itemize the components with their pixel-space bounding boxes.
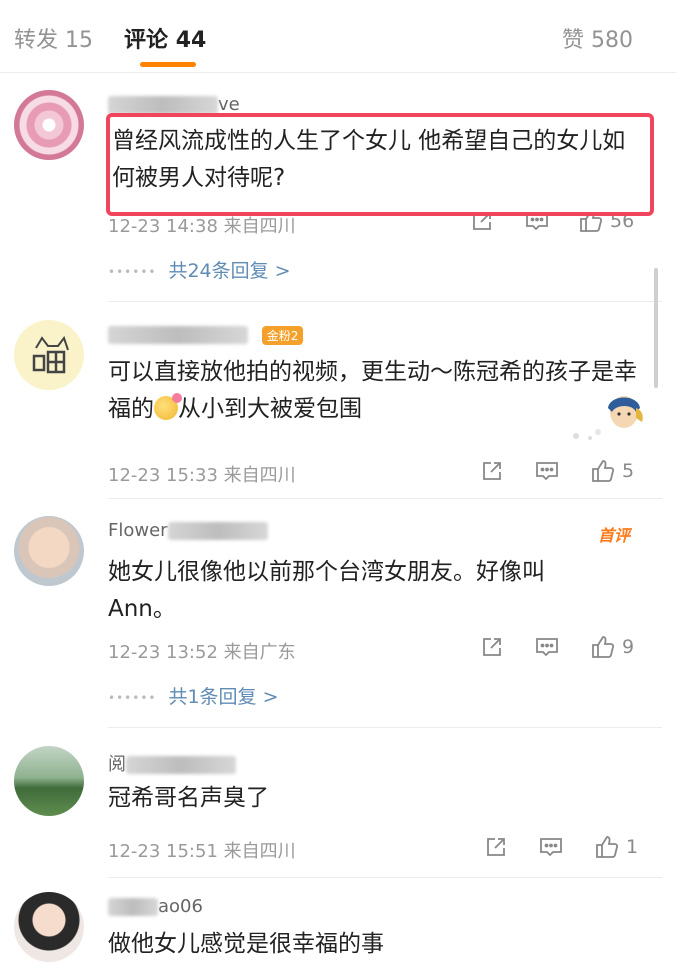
reply-button[interactable] [538, 832, 564, 862]
username-visible-part: Flower [108, 520, 168, 541]
comment-location: 来自四川 [223, 841, 296, 862]
view-replies-link[interactable]: •••••• 共24条回复 > [108, 256, 291, 283]
comment-actions: 9 [470, 632, 650, 662]
blurred-username [108, 326, 248, 344]
like-button[interactable]: 9 [590, 632, 634, 662]
comment-location: 来自四川 [223, 216, 296, 237]
tab-reposts[interactable]: 转发 15 [14, 22, 93, 54]
blurred-username [108, 96, 218, 114]
share-button[interactable] [484, 832, 508, 862]
sticker-girl-icon [573, 396, 643, 440]
username[interactable]: Flower [108, 520, 268, 541]
like-button[interactable]: 5 [590, 456, 634, 486]
comment-item: 阅 冠希哥名声臭了 12-23 15:51 来自四川 1 [0, 728, 676, 878]
reply-button[interactable] [534, 456, 560, 486]
share-button[interactable] [480, 632, 504, 662]
like-count: 1 [626, 836, 639, 858]
reply-button[interactable] [534, 632, 560, 662]
comment-meta: 12-23 15:51 来自四川 [108, 837, 296, 863]
username-visible-part: 阅 [108, 754, 126, 775]
comment-item: Flower 首评 她女儿很像他以前那个台湾女朋友。好像叫Ann。 12-23 … [0, 498, 676, 728]
username-visible-part: ao06 [158, 896, 203, 917]
comment-item: ve 12-23 14:38 来自四川 56 曾经风流成性的人生了个女儿 他希望… [0, 72, 676, 302]
avatar[interactable] [14, 320, 84, 390]
fan-badge: 金粉2 [261, 325, 304, 345]
view-replies-link[interactable]: •••••• 共1条回复 > [108, 682, 279, 709]
tab-comments[interactable]: 评论 44 [124, 22, 206, 54]
tab-comments-label: 评论 [124, 28, 169, 53]
dots-decoration: •••••• [108, 690, 157, 705]
active-tab-indicator [140, 62, 196, 67]
tab-likes-count: 580 [591, 28, 634, 53]
share-icon [483, 638, 501, 656]
like-count: 9 [622, 636, 635, 658]
comment-text: 冠希哥名声臭了 [108, 785, 269, 811]
view-replies-label: 共1条回复 > [168, 686, 279, 708]
tab-comments-count: 44 [175, 28, 207, 53]
username[interactable]: 金粉2 [108, 324, 304, 345]
comment-text: 曾经风流成性的人生了个女儿 他希望自己的女儿如何被男人对待呢? [112, 128, 626, 191]
thumbs-up-icon [596, 836, 619, 858]
comment-icon [540, 838, 562, 857]
blurred-username [126, 756, 236, 774]
first-comment-badge: 首评 [598, 526, 631, 545]
thumbs-up-icon [592, 636, 615, 658]
like-count: 5 [622, 460, 635, 482]
comment-item: ao06 做他女儿感觉是很幸福的事 [0, 878, 676, 968]
username-visible-part: ve [218, 94, 240, 115]
cat-drawing-icon [32, 335, 69, 374]
avatar[interactable] [14, 90, 84, 160]
dots-decoration: •••••• [108, 264, 157, 279]
comment-time: 12-23 14:38 [108, 216, 218, 237]
share-icon [487, 838, 505, 856]
like-button[interactable]: 1 [594, 832, 638, 862]
comment-actions: 1 [470, 832, 650, 862]
blurred-username [108, 898, 158, 916]
comment-icon [536, 638, 558, 657]
thumbs-up-icon [592, 460, 615, 482]
comment-meta: 12-23 15:33 来自四川 [108, 461, 296, 487]
tab-reposts-count: 15 [65, 28, 94, 53]
comment-text: 可以直接放他拍的视频，更生动～陈冠希的孩子是幸福的 从小到大被爱包围 [108, 354, 638, 428]
share-button[interactable] [480, 456, 504, 486]
comment-text-part-b: 从小到大被爱包围 [178, 396, 362, 422]
blurred-username [167, 522, 268, 540]
comment-icon [536, 462, 558, 481]
comment-text: 她女儿很像他以前那个台湾女朋友。好像叫Ann。 [108, 559, 545, 622]
comment-actions: 5 [470, 456, 650, 486]
tab-likes-label: 赞 [562, 28, 585, 53]
comment-time: 12-23 15:33 [108, 465, 218, 486]
avatar[interactable] [14, 892, 84, 962]
scrollbar[interactable] [654, 268, 658, 388]
comment-item: 金粉2 可以直接放他拍的视频，更生动～陈冠希的孩子是幸福的 从小到大被爱包围 12… [0, 302, 676, 499]
comment-location: 来自四川 [223, 465, 296, 486]
comment-location: 来自广东 [223, 642, 296, 663]
comment-text: 做他女儿感觉是很幸福的事 [108, 931, 384, 957]
avatar[interactable] [14, 746, 84, 816]
comment-meta: 12-23 13:52 来自广东 [108, 638, 296, 664]
view-replies-label: 共24条回复 > [168, 260, 291, 282]
flower-emoji-icon [154, 393, 182, 420]
tab-bar: 转发 15 评论 44 赞 580 [0, 0, 676, 73]
avatar[interactable] [14, 516, 84, 586]
username[interactable]: ve [108, 94, 240, 115]
share-icon [483, 462, 501, 480]
comment-time: 12-23 15:51 [108, 841, 218, 862]
username[interactable]: ao06 [108, 896, 203, 917]
username[interactable]: 阅 [108, 750, 236, 776]
tab-likes[interactable]: 赞 580 [562, 22, 633, 54]
tab-reposts-label: 转发 [14, 28, 59, 53]
comment-time: 12-23 13:52 [108, 642, 218, 663]
